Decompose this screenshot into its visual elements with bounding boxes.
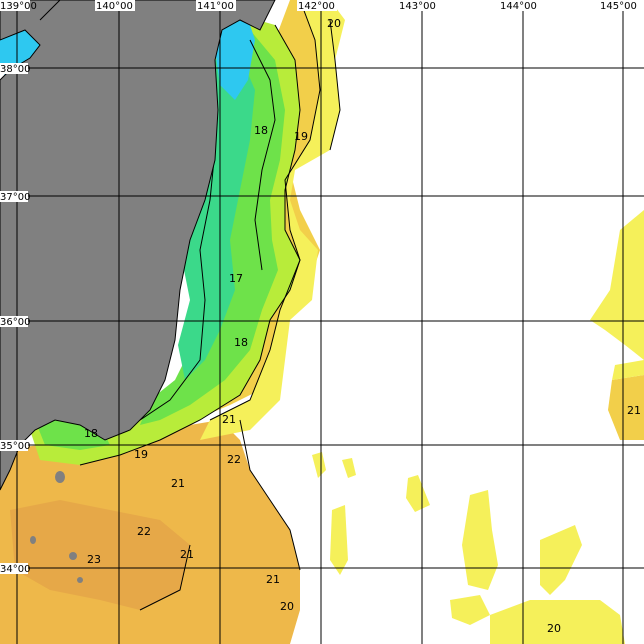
- lat-label: 35°00: [0, 441, 30, 452]
- isotherm-label: 22: [137, 525, 151, 538]
- lat-label: 38°00: [0, 64, 30, 75]
- island: [30, 536, 36, 544]
- island: [55, 471, 65, 483]
- isotherm-label: 19: [294, 130, 308, 143]
- lon-label: 145°00: [600, 1, 637, 12]
- lon-label: 139°00: [0, 1, 37, 12]
- isotherm-label: 20: [327, 17, 341, 30]
- island: [77, 577, 83, 583]
- island: [69, 552, 77, 560]
- sea-surface-temperature-map: 139°00 140°00 141°00 142°00 143°00 144°0…: [0, 0, 644, 644]
- isotherm-label: 17: [229, 272, 243, 285]
- isotherm-label: 21: [171, 477, 185, 490]
- isotherm-label: 20: [280, 600, 294, 613]
- lon-label: 144°00: [500, 1, 537, 12]
- lat-label: 36°00: [0, 317, 30, 328]
- isotherm-label: 19: [134, 448, 148, 461]
- lat-label: 37°00: [0, 192, 30, 203]
- lon-label: 140°00: [96, 1, 133, 12]
- lon-label: 143°00: [399, 1, 436, 12]
- isotherm-label: 18: [254, 124, 268, 137]
- isotherm-label: 21: [266, 573, 280, 586]
- map-canvas: 139°00 140°00 141°00 142°00 143°00 144°0…: [0, 0, 644, 644]
- lon-label: 141°00: [197, 1, 234, 12]
- isotherm-label: 21: [627, 404, 641, 417]
- lon-label: 142°00: [298, 1, 335, 12]
- isotherm-label: 22: [227, 453, 241, 466]
- isotherm-label: 23: [87, 553, 101, 566]
- isotherm-label: 21: [180, 548, 194, 561]
- isotherm-label: 18: [234, 336, 248, 349]
- isotherm-label: 18: [84, 427, 98, 440]
- lat-label: 34°00: [0, 564, 30, 575]
- isotherm-label: 20: [547, 622, 561, 635]
- isotherm-label: 21: [222, 413, 236, 426]
